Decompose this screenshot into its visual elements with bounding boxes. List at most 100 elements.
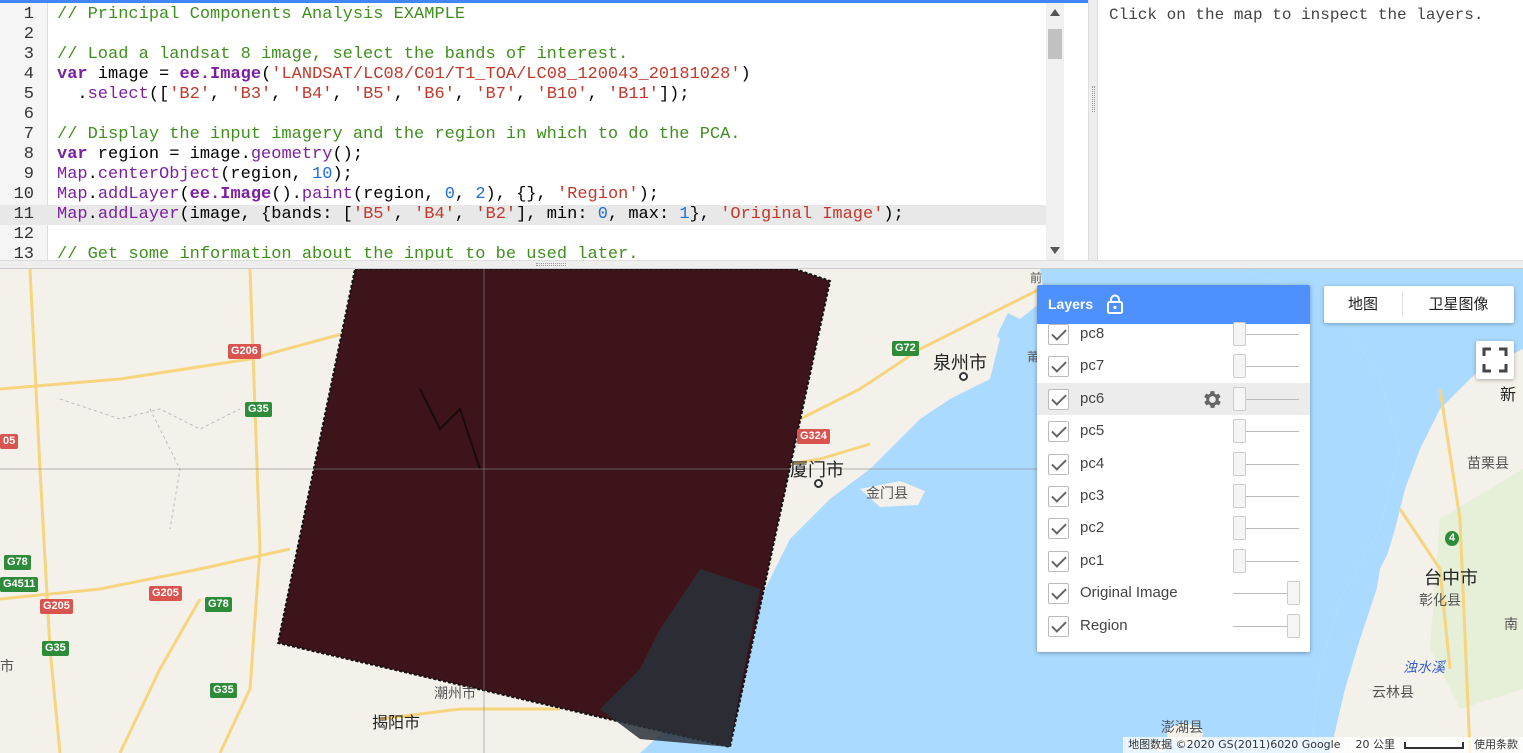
code-line[interactable]: 6	[0, 105, 1064, 125]
opacity-slider-thumb[interactable]	[1233, 549, 1246, 573]
layer-checkbox[interactable]	[1048, 551, 1069, 572]
layer-name: Original Image	[1080, 584, 1178, 601]
vertical-splitter[interactable]	[1088, 0, 1098, 260]
line-number: 3	[23, 45, 34, 64]
layer-checkbox[interactable]	[1048, 324, 1069, 345]
code-line[interactable]: 8 var region = image.geometry();	[0, 145, 1064, 165]
editor-scrollbar[interactable]	[1046, 3, 1064, 260]
layer-row[interactable]: pc3	[1037, 480, 1310, 512]
layer-name: Region	[1080, 617, 1128, 634]
layer-name: pc2	[1080, 519, 1105, 536]
road-shield: G35	[245, 402, 272, 417]
layer-row[interactable]: pc1	[1037, 545, 1310, 577]
code-line[interactable]: 12	[0, 225, 1064, 245]
fullscreen-button[interactable]	[1476, 341, 1514, 379]
code-line[interactable]: 4 var image = ee.Image('LANDSAT/LC08/C01/…	[0, 65, 1064, 85]
city-marker-icon	[814, 479, 823, 488]
map-label-nan: 南	[1504, 617, 1518, 633]
road-shield: 4	[1445, 531, 1460, 546]
road-shield: G35	[210, 683, 237, 698]
code-line[interactable]: 3 // Load a landsat 8 image, select the b…	[0, 45, 1064, 65]
code-line[interactable]: 7 // Display the input imagery and the re…	[0, 125, 1064, 145]
code-line-active[interactable]: 11 Map.addLayer(image, {bands: ['B5', 'B4…	[0, 205, 1064, 225]
layer-checkbox[interactable]	[1048, 389, 1069, 410]
line-number: 13	[13, 245, 34, 260]
layers-panel[interactable]: Layers pc8 pc7 pc6 pc5 pc4 pc3 pc2 pc1 Original …	[1037, 285, 1310, 652]
opacity-slider-thumb[interactable]	[1233, 516, 1246, 540]
layer-row[interactable]: Original Image	[1037, 577, 1310, 609]
opacity-slider-thumb[interactable]	[1233, 387, 1246, 411]
code-line[interactable]: 9 Map.centerObject(region, 10);	[0, 165, 1064, 185]
gear-icon[interactable]	[1200, 388, 1223, 411]
code-text: Map.centerObject(region, 10);	[57, 165, 353, 184]
map-label-shi: 市	[0, 659, 14, 675]
scroll-down-icon[interactable]	[1050, 247, 1060, 254]
map-type-map-button[interactable]: 地图	[1324, 286, 1402, 323]
layer-checkbox[interactable]	[1048, 518, 1069, 539]
lock-icon[interactable]	[1106, 294, 1124, 314]
layer-row[interactable]: pc8	[1037, 318, 1310, 350]
map-label-taizhong: 台中市	[1424, 568, 1478, 589]
opacity-slider-thumb[interactable]	[1233, 484, 1246, 508]
road-shield: G206	[228, 344, 261, 359]
layer-name: pc5	[1080, 422, 1105, 439]
code-line[interactable]: 2	[0, 25, 1064, 45]
line-number: 12	[13, 225, 34, 244]
layer-row[interactable]: pc5	[1037, 415, 1310, 447]
layer-row[interactable]: Region	[1037, 610, 1310, 642]
layer-name: pc8	[1080, 325, 1105, 342]
road-shield: G205	[149, 586, 182, 601]
opacity-slider-thumb[interactable]	[1233, 419, 1246, 443]
code-line[interactable]: 13 // Get some information about the inpu…	[0, 245, 1064, 260]
horizontal-splitter[interactable]	[0, 260, 1523, 269]
map-label-zhuoshui: 浊水溪	[1403, 660, 1445, 676]
opacity-slider-thumb[interactable]	[1287, 581, 1300, 605]
code-text: Map.addLayer(ee.Image().paint(region, 0,…	[57, 185, 659, 204]
line-number: 1	[23, 5, 34, 24]
map-label-penghu: 澎湖县	[1161, 720, 1203, 736]
map-label-yunlin: 云林县	[1372, 685, 1414, 701]
layer-checkbox[interactable]	[1048, 421, 1069, 442]
layer-row[interactable]: pc6	[1037, 383, 1310, 415]
opacity-slider-thumb[interactable]	[1233, 354, 1246, 378]
line-number: 9	[23, 165, 34, 184]
scale-control[interactable]: 20 公里	[1345, 737, 1469, 753]
map-label-xin: 新	[1500, 385, 1517, 404]
opacity-slider-thumb[interactable]	[1233, 452, 1246, 476]
layer-name: pc1	[1080, 552, 1105, 569]
line-number: 5	[23, 85, 34, 104]
line-number: 6	[23, 105, 34, 124]
attribution-text: 地图数据 ©2020 GS(2011)6020 Google	[1123, 737, 1346, 753]
layer-row[interactable]: pc7	[1037, 350, 1310, 382]
terms-link[interactable]: 使用条款	[1469, 737, 1523, 753]
layer-checkbox[interactable]	[1048, 356, 1069, 377]
road-shield: G72	[892, 341, 919, 356]
map-type-control[interactable]: 地图 卫星图像	[1324, 286, 1514, 323]
layer-row[interactable]: pc4	[1037, 448, 1310, 480]
inspector-panel: Click on the map to inspect the layers.	[1098, 0, 1523, 260]
fullscreen-icon	[1482, 347, 1508, 373]
code-line[interactable]: 10 Map.addLayer(ee.Image().paint(region, …	[0, 185, 1064, 205]
splitter-grip-icon	[1092, 86, 1095, 112]
map-label-jinmen: 金门县	[866, 486, 908, 502]
line-number: 2	[23, 25, 34, 44]
scroll-up-icon[interactable]	[1050, 9, 1060, 16]
layer-name: pc4	[1080, 455, 1105, 472]
layer-checkbox[interactable]	[1048, 486, 1069, 507]
scroll-thumb[interactable]	[1048, 29, 1062, 59]
opacity-slider-thumb[interactable]	[1287, 614, 1300, 638]
layer-row[interactable]: pc2	[1037, 512, 1310, 544]
map-canvas[interactable]: 泉州市 厦门市 金门县 潮州市 揭阳市 澎湖县 台中市 彰化县 苗栗县 云林县 …	[0, 269, 1523, 753]
code-line[interactable]: 5 .select(['B2', 'B3', 'B4', 'B5', 'B6',…	[0, 85, 1064, 105]
code-line[interactable]: 1 // Principal Components Analysis EXAMPL…	[0, 5, 1064, 25]
layers-title: Layers	[1048, 296, 1094, 312]
code-editor[interactable]: 1 // Principal Components Analysis EXAMPL…	[0, 0, 1088, 260]
map-type-satellite-button[interactable]: 卫星图像	[1403, 286, 1514, 323]
layer-checkbox[interactable]	[1048, 616, 1069, 637]
line-number: 7	[23, 125, 34, 144]
map-label-jieyang: 揭阳市	[372, 713, 421, 732]
inspector-hint: Click on the map to inspect the layers.	[1109, 6, 1484, 24]
layer-checkbox[interactable]	[1048, 454, 1069, 475]
layer-checkbox[interactable]	[1048, 583, 1069, 604]
opacity-slider-thumb[interactable]	[1233, 322, 1246, 346]
